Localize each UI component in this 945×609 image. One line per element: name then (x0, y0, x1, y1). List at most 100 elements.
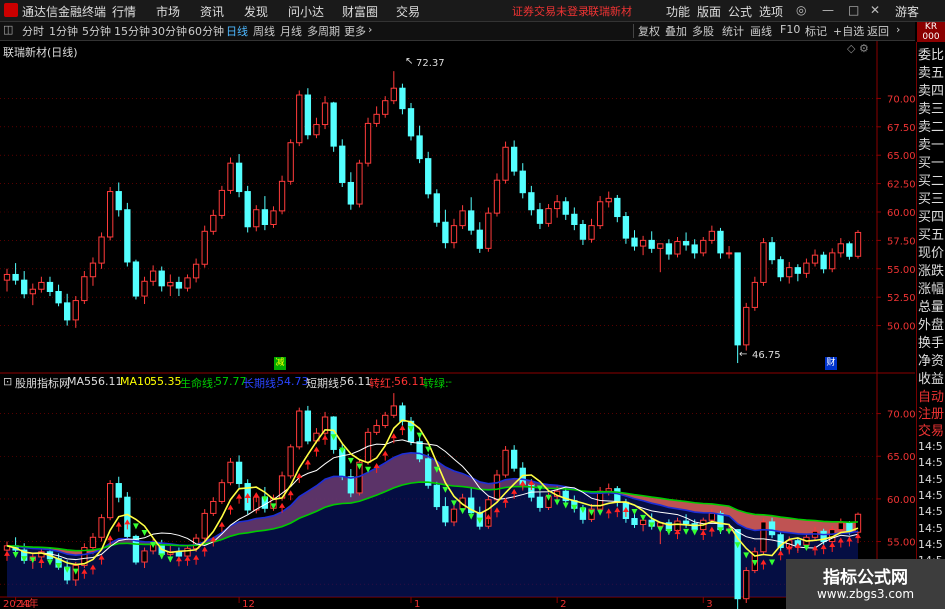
side-item-3[interactable]: 卖三 (918, 98, 944, 117)
side-item-8[interactable]: 买三 (918, 188, 944, 207)
price-candle-body (261, 209, 269, 225)
scroll-right-icon[interactable]: › (896, 23, 900, 36)
stock-link[interactable]: 联瑞新材 (588, 3, 632, 19)
event-marker-reduce[interactable]: 减 (274, 357, 286, 370)
price-candle-body (390, 87, 397, 102)
buy-arrow-marker (399, 425, 406, 431)
side-item-16[interactable]: 换手 (918, 332, 944, 351)
period-intraday[interactable]: 分时 (22, 23, 44, 39)
adjust-button[interactable]: 复权 (638, 23, 660, 39)
price-candle-body (373, 113, 380, 124)
chevron-right-icon[interactable]: › (368, 23, 372, 36)
price-candle-body (12, 273, 19, 281)
indicator-tick-label: 60.00 (887, 495, 915, 506)
add-watchlist-button[interactable]: +自选 (833, 23, 864, 39)
menu-news[interactable]: 资讯 (200, 3, 224, 20)
menu-layout[interactable]: 版面 (697, 3, 721, 20)
price-candle-body (399, 87, 406, 110)
side-item-0[interactable]: 委比 (918, 44, 944, 63)
price-candle-body (356, 162, 363, 205)
menu-wealth[interactable]: 财富圈 (342, 3, 378, 20)
side-item-14[interactable]: 总量 (918, 296, 944, 315)
login-notice[interactable]: 证券交易未登录 (512, 3, 589, 19)
market-badge[interactable]: KR 000 (917, 22, 945, 42)
period-weekly[interactable]: 周线 (253, 23, 275, 39)
side-item-4[interactable]: 卖二 (918, 116, 944, 135)
overlay-button[interactable]: 叠加 (665, 23, 687, 39)
period-60min[interactable]: 60分钟 (188, 23, 224, 39)
toolbar-toggle-icon[interactable]: ◫ (3, 23, 13, 36)
indicator-candle-body (682, 520, 690, 525)
long-line-value: 54.73 (277, 375, 309, 388)
price-candle-body (38, 281, 45, 290)
side-item-13[interactable]: 涨幅 (918, 278, 944, 297)
menu-functions[interactable]: 功能 (666, 3, 690, 20)
price-candle-body (201, 230, 208, 265)
indicator-toggle-icon[interactable]: ⊡ (3, 375, 12, 388)
event-marker-finance[interactable]: 财 (825, 357, 837, 370)
price-candle-body (72, 300, 79, 321)
f10-button[interactable]: F10 (780, 23, 800, 36)
buy-arrow-marker (115, 521, 122, 527)
stats-button[interactable]: 统计 (722, 23, 744, 39)
turn-red-value: 56.11 (394, 375, 426, 388)
side-item-7[interactable]: 买二 (918, 170, 944, 189)
indicator-candle-body (98, 517, 105, 538)
high-arrow-icon: ↖ (405, 56, 414, 67)
menu-market[interactable]: 市场 (156, 3, 180, 20)
indicator-candle-body (287, 446, 294, 477)
period-daily[interactable]: 日线 (226, 23, 248, 39)
period-monthly[interactable]: 月线 (280, 23, 302, 39)
price-candle-body (210, 214, 217, 232)
side-item-17[interactable]: 净资 (918, 350, 944, 369)
panel-settings-icon[interactable]: ◇ ⚙ (847, 42, 869, 55)
period-30min[interactable]: 30分钟 (151, 23, 187, 39)
period-more[interactable]: 更多 (344, 23, 366, 39)
period-5min[interactable]: 5分钟 (82, 23, 111, 39)
buy-arrow-marker (253, 492, 260, 498)
side-time-6: 14:5 (918, 537, 943, 551)
period-multi[interactable]: 多周期 (307, 23, 340, 39)
mark-button[interactable]: 标记 (805, 23, 827, 39)
back-button[interactable]: 返回 (867, 23, 889, 39)
app-logo-icon (4, 3, 18, 17)
guest-label[interactable]: 游客 (895, 3, 919, 20)
price-candle-body (562, 201, 569, 215)
period-15min[interactable]: 15分钟 (114, 23, 150, 39)
high-price-label: 72.37 (416, 58, 445, 69)
menu-ask[interactable]: 问小达 (288, 3, 324, 20)
price-candle-body (674, 241, 681, 255)
sell-arrow-marker (416, 432, 423, 439)
side-item-12[interactable]: 涨跌 (918, 260, 944, 279)
indicator-candle-body (347, 476, 355, 494)
multi-stock-button[interactable]: 多股 (692, 23, 714, 39)
draw-line-button[interactable]: 画线 (750, 23, 772, 39)
menu-discover[interactable]: 发现 (244, 3, 268, 20)
side-item-18[interactable]: 收益 (918, 368, 944, 387)
close-icon[interactable]: ✕ (870, 3, 880, 17)
side-item-11[interactable]: 现价 (918, 242, 944, 261)
period-1min[interactable]: 1分钟 (49, 23, 78, 39)
skin-icon[interactable]: ◎ (796, 3, 806, 17)
indicator-candle-body (708, 512, 716, 521)
price-candle-body (98, 236, 105, 264)
price-candle-body (167, 281, 174, 287)
side-item-1[interactable]: 卖五 (918, 62, 944, 81)
menu-quotes[interactable]: 行情 (112, 3, 136, 20)
side-item-6[interactable]: 买一 (918, 152, 944, 171)
side-item-5[interactable]: 卖一 (918, 134, 944, 153)
side-action-2[interactable]: 交易 (918, 420, 944, 439)
indicator-candle-body (502, 449, 509, 476)
indicator-candle-body (433, 484, 440, 508)
side-item-15[interactable]: 外盘 (918, 314, 944, 333)
menu-formula[interactable]: 公式 (728, 3, 752, 20)
side-item-9[interactable]: 买四 (918, 206, 944, 225)
menu-options[interactable]: 选项 (759, 3, 783, 20)
side-item-2[interactable]: 卖四 (918, 80, 944, 99)
side-item-10[interactable]: 买五 (918, 224, 944, 243)
price-candle-body (296, 94, 303, 144)
menu-trade[interactable]: 交易 (396, 3, 420, 20)
minimize-icon[interactable]: — (822, 3, 834, 17)
maximize-icon[interactable]: □ (848, 3, 859, 17)
kline-chart[interactable]: 70.00 67.50 65.00 62.50 60.00 57.50 55.00 52.50… (0, 41, 915, 609)
